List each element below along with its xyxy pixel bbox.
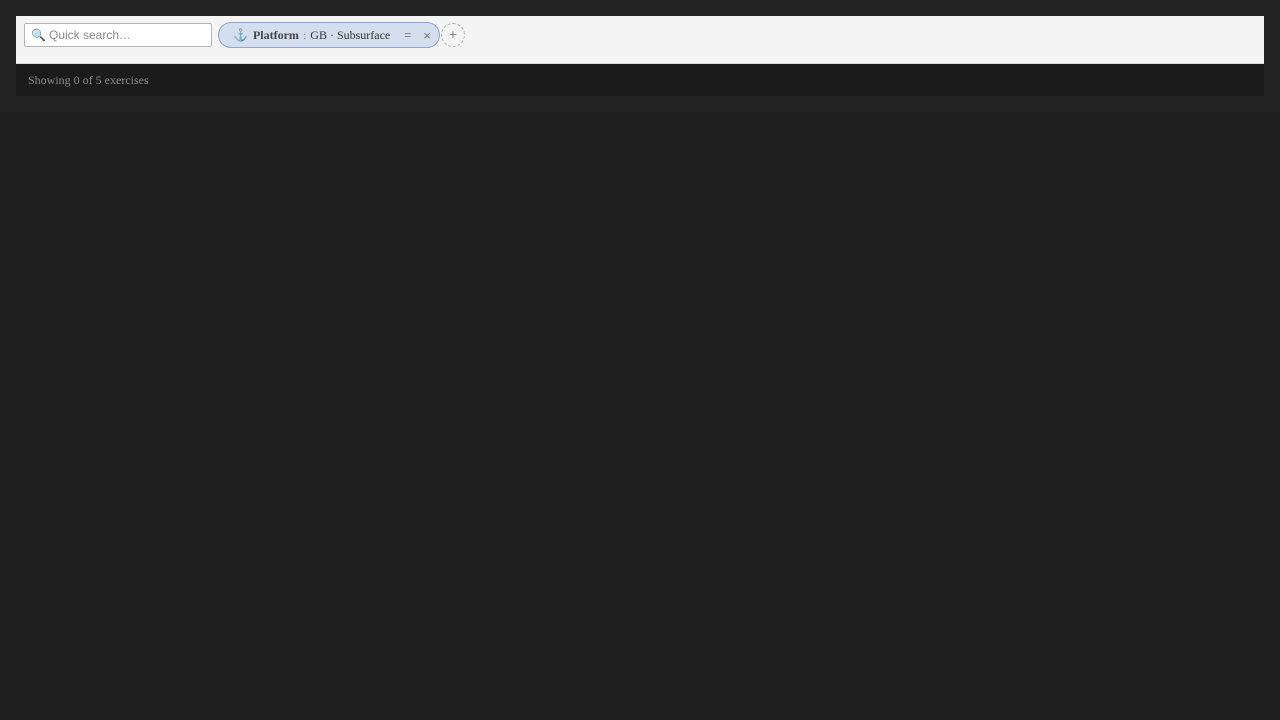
filter-chip-platform[interactable]: ⚓ Platform : GB · Subsurface = × — [218, 22, 440, 48]
search-box[interactable]: 🔍 — [24, 23, 212, 47]
add-filter-button[interactable]: + — [441, 23, 465, 47]
anchor-icon: ⚓ — [233, 27, 248, 42]
filter-bar: 🔍 ⚓ Platform : GB · Subsurface = × + — [16, 16, 1264, 64]
close-icon[interactable]: × — [423, 28, 431, 43]
filter-operator-toggle[interactable]: = — [404, 28, 411, 42]
search-input[interactable] — [49, 26, 207, 44]
filter-value: GB · Subsurface — [310, 27, 391, 42]
filter-separator: : — [302, 27, 307, 42]
search-icon: 🔍 — [31, 28, 46, 42]
filter-field-label: Platform — [252, 27, 299, 42]
status-bar: Showing 0 of 5 exercises — [16, 64, 1264, 96]
result-count-text: Showing 0 of 5 exercises — [28, 73, 149, 87]
